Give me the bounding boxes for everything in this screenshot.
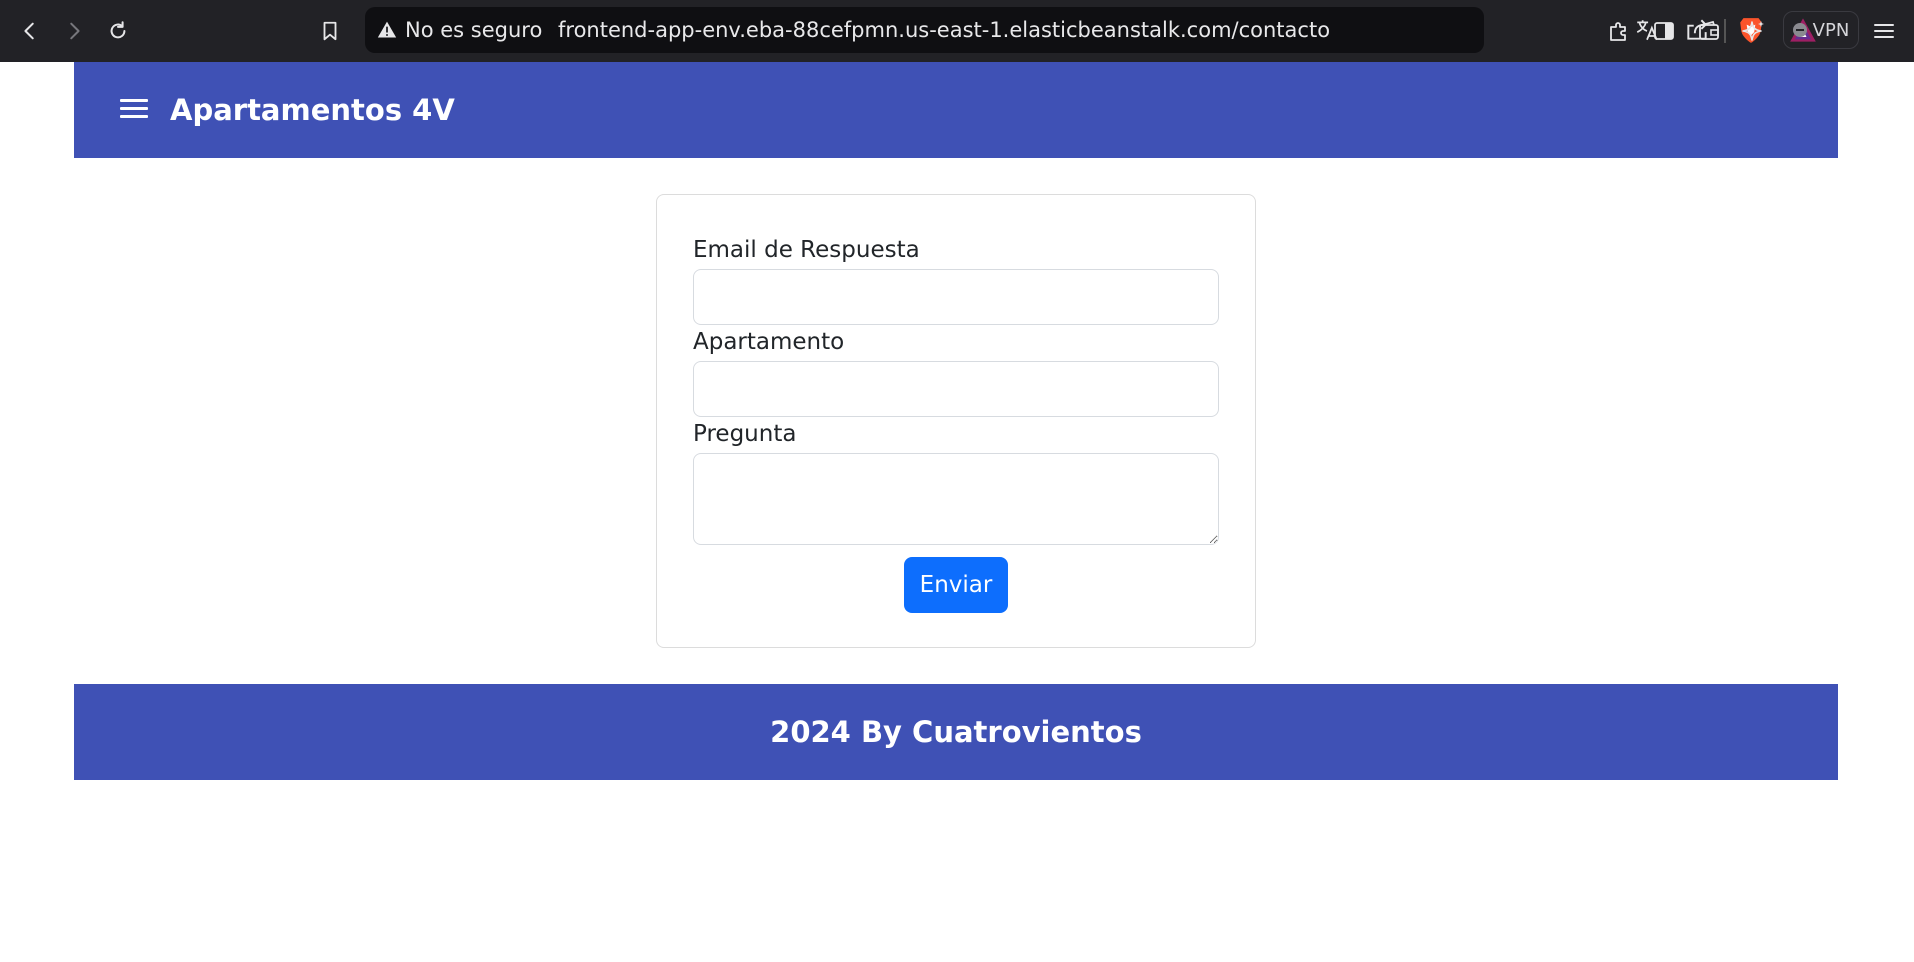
forward-icon <box>70 22 80 40</box>
email-input[interactable] <box>693 269 1219 325</box>
app-header: Apartamentos 4V <box>74 62 1838 158</box>
browser-toolbar: No es seguro frontend-app-env.eba-88cefp… <box>0 0 1914 62</box>
contact-form: Email de Respuesta Apartamento Pregunta … <box>656 194 1256 648</box>
app-footer: 2024 By Cuatrovientos <box>74 684 1838 780</box>
app-title[interactable]: Apartamentos 4V <box>170 62 455 158</box>
forward-button[interactable] <box>56 13 92 49</box>
question-textarea[interactable] <box>693 453 1219 545</box>
apartment-input[interactable] <box>693 361 1219 417</box>
back-icon <box>24 22 34 40</box>
vpn-button[interactable]: VPN <box>1783 11 1859 49</box>
extensions-icon <box>1610 22 1626 41</box>
email-label: Email de Respuesta <box>693 237 920 263</box>
footer-text: 2024 By Cuatrovientos <box>770 715 1142 749</box>
wallet-button[interactable] <box>1691 13 1727 49</box>
bookmark-button[interactable] <box>312 13 348 49</box>
sidebar-icon <box>1654 22 1674 40</box>
question-label: Pregunta <box>693 421 797 447</box>
back-button[interactable] <box>12 13 48 49</box>
browser-menu-button[interactable] <box>1866 13 1902 49</box>
menu-icon <box>1874 24 1894 38</box>
page-content: Apartamentos 4V Email de Respuesta Apart… <box>0 62 1914 962</box>
apartment-label: Apartamento <box>693 329 845 355</box>
reload-icon <box>110 21 126 39</box>
wallet-icon <box>1699 20 1719 40</box>
hamburger-menu-icon[interactable] <box>118 95 152 123</box>
security-label: No es seguro <box>405 18 543 42</box>
url-text[interactable]: frontend-app-env.eba-88cefpmn.us-east-1.… <box>558 7 1330 53</box>
warning-icon <box>377 21 397 38</box>
submit-button[interactable]: Enviar <box>904 557 1008 613</box>
leo-ai-icon <box>1742 21 1764 41</box>
vpn-label: VPN <box>1812 19 1850 41</box>
leo-ai-button[interactable] <box>1736 13 1772 49</box>
security-indicator[interactable]: No es seguro <box>377 7 542 53</box>
address-bar[interactable]: No es seguro frontend-app-env.eba-88cefp… <box>365 7 1816 53</box>
sidebar-button[interactable] <box>1646 13 1682 49</box>
bookmark-icon <box>323 21 337 41</box>
vpn-status-icon <box>1792 23 1807 37</box>
reload-button[interactable] <box>100 13 136 49</box>
extensions-button[interactable] <box>1601 13 1637 49</box>
